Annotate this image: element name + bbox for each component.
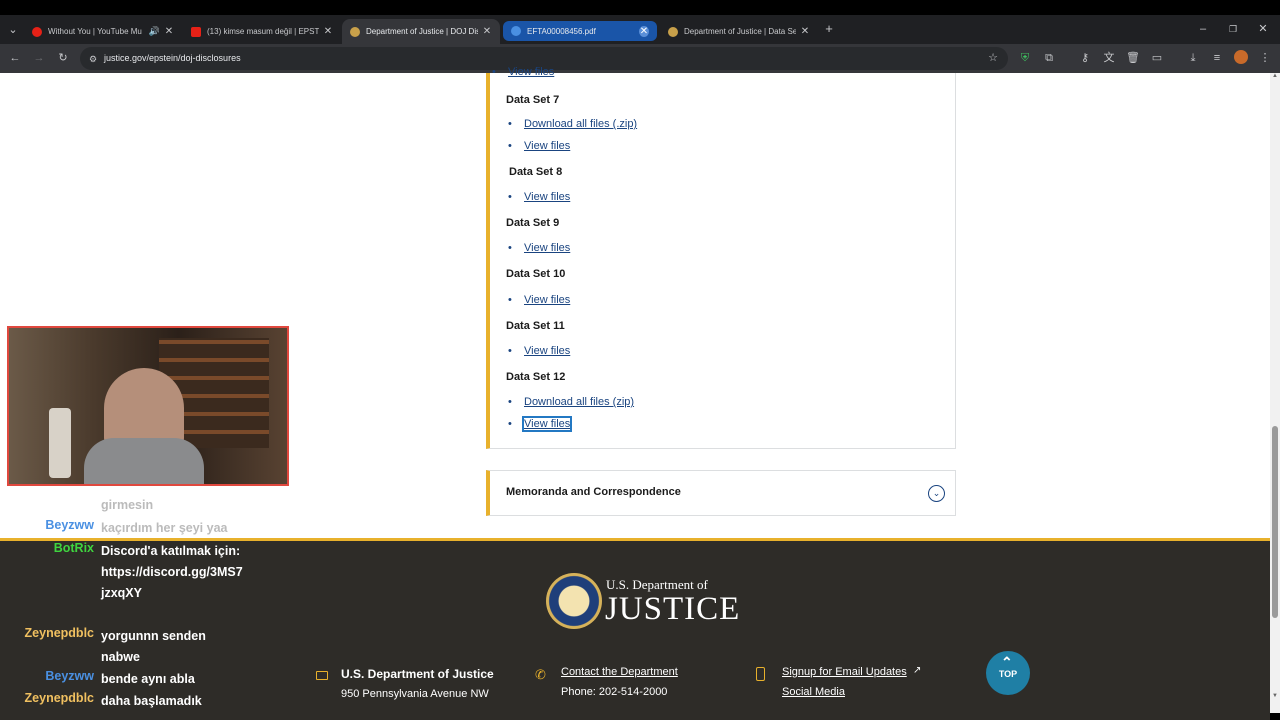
data-set-11-heading: Data Set 11	[506, 320, 565, 332]
doj-seal-logo	[546, 573, 602, 629]
toolbar: ← → ↻ ⚙ justice.gov/epstein/doj-disclosu…	[0, 44, 1280, 73]
scrollbar-thumb[interactable]	[1272, 426, 1278, 618]
back-icon[interactable]: ←	[8, 52, 22, 64]
memoranda-accordion[interactable]: Memoranda and Correspondence ⌄	[486, 470, 956, 516]
chat-message: yorgunnn senden nabwe	[101, 629, 206, 664]
profile-avatar[interactable]	[1234, 50, 1248, 64]
contact-link[interactable]: Contact the Department	[561, 666, 678, 678]
tab-doj-disclosures[interactable]: Department of Justice | DOJ Dis ✕	[342, 19, 500, 44]
site-info-icon[interactable]: ⚙	[86, 53, 100, 65]
page-scrollbar[interactable]: ▲ ▼	[1270, 73, 1280, 713]
media-icon[interactable]: ≡	[1210, 52, 1224, 64]
extensions-icon[interactable]: ⧉	[1042, 52, 1056, 64]
view-files-link-10[interactable]: View files	[508, 294, 570, 306]
youtube-icon	[191, 26, 201, 37]
reload-icon[interactable]: ↻	[56, 52, 70, 64]
phone-icon: ✆	[535, 667, 546, 682]
shield-extension-icon[interactable]: ⛨	[1018, 52, 1032, 64]
chat-username: Beyzww	[45, 669, 94, 683]
close-icon[interactable]: ✕	[482, 26, 492, 37]
data-set-8-heading: Data Set 8	[509, 166, 563, 178]
close-icon[interactable]: ✕	[639, 25, 649, 37]
close-icon[interactable]: ✕	[800, 26, 810, 37]
mobile-icon	[756, 667, 765, 681]
logo-main-text: JUSTICE	[605, 591, 741, 627]
bookmark-star-icon[interactable]: ☆	[986, 52, 1000, 64]
external-link-icon: ↗	[913, 665, 922, 676]
back-to-top-button[interactable]: ⌃ TOP	[986, 651, 1030, 695]
download-link-7[interactable]: Download all files (.zip)	[508, 118, 637, 130]
chat-username: Zeynepdblc	[24, 691, 94, 705]
tab-youtube-music[interactable]: Without You | YouTube Mu 🔊 ✕	[24, 19, 182, 44]
footer-dept-name: U.S. Department of Justice	[341, 667, 494, 681]
data-set-7-heading: Data Set 7	[506, 94, 560, 106]
view-files-link-11[interactable]: View files	[508, 345, 570, 357]
accordion-title: Memoranda and Correspondence	[506, 486, 681, 498]
chat-username: Beyzww	[45, 518, 94, 532]
forward-icon[interactable]: →	[32, 52, 46, 64]
phone-number: Phone: 202-514-2000	[561, 686, 668, 698]
view-files-link-9[interactable]: View files	[508, 242, 570, 254]
close-icon[interactable]: ✕	[164, 26, 174, 37]
translate-icon[interactable]: 文	[1102, 52, 1116, 64]
card-icon[interactable]: ▭	[1150, 52, 1164, 64]
trash-icon[interactable]: 🗑	[1126, 52, 1140, 64]
chat-message: Discord'a katılmak için: https://discord…	[101, 544, 243, 600]
window-close-icon[interactable]: ✕	[1256, 23, 1270, 35]
view-files-link-8[interactable]: View files	[508, 191, 570, 203]
globe-icon	[511, 26, 521, 36]
tab-youtube-epstein[interactable]: (13) kimse masum değil | EPSTE ✕	[183, 19, 341, 44]
footer-address: 950 Pennsylvania Avenue NW	[341, 688, 489, 700]
chat-username: Zeynepdblc	[24, 626, 94, 640]
social-media-link[interactable]: Social Media	[782, 686, 845, 698]
new-tab-icon[interactable]: +	[822, 22, 836, 35]
minimize-icon[interactable]: –	[1196, 23, 1210, 35]
mail-icon	[316, 671, 328, 680]
chat-message: kaçırdım her şeyi yaa	[101, 521, 228, 535]
close-icon[interactable]: ✕	[323, 26, 333, 37]
chevron-up-icon: ⌃	[1001, 654, 1013, 670]
email-signup-link[interactable]: Signup for Email Updates	[782, 666, 907, 678]
menu-icon[interactable]: ⋮	[1258, 52, 1272, 64]
data-set-12-heading: Data Set 12	[506, 371, 566, 383]
restore-icon[interactable]: ❐	[1226, 23, 1240, 35]
view-files-link-12[interactable]: View files	[508, 416, 573, 432]
tab-bar: ⌄ Without You | YouTube Mu 🔊 ✕ (13) kims…	[0, 15, 1280, 44]
chevron-down-icon[interactable]: ⌄	[928, 485, 945, 502]
view-files-link-6[interactable]: View files	[492, 66, 554, 78]
speaker-icon[interactable]: 🔊	[149, 26, 160, 37]
chat-username: BotRix	[53, 541, 94, 555]
doj-seal-icon	[350, 26, 360, 37]
doj-seal-icon	[668, 26, 678, 37]
chat-message: daha başlamadık	[101, 694, 202, 708]
webcam-overlay	[7, 326, 289, 486]
youtube-icon	[32, 26, 42, 37]
data-set-10-heading: Data Set 10	[506, 268, 566, 280]
download-link-12[interactable]: Download all files (zip)	[508, 396, 634, 408]
chat-message: bende aynı abla	[101, 672, 195, 686]
tab-doj-data-set[interactable]: Department of Justice | Data Se ✕	[660, 19, 818, 44]
data-set-9-heading: Data Set 9	[506, 217, 560, 229]
view-files-link-7[interactable]: View files	[508, 140, 570, 152]
download-icon[interactable]: ⤓	[1186, 52, 1200, 64]
tab-search-icon[interactable]: ⌄	[6, 24, 20, 36]
chat-message: girmesin	[101, 498, 154, 512]
key-icon[interactable]: ⚷	[1078, 52, 1092, 64]
data-sets-panel: View files Data Set 7 Download all files…	[486, 66, 956, 449]
tab-pdf[interactable]: EFTA00008456.pdf ✕	[503, 21, 657, 41]
